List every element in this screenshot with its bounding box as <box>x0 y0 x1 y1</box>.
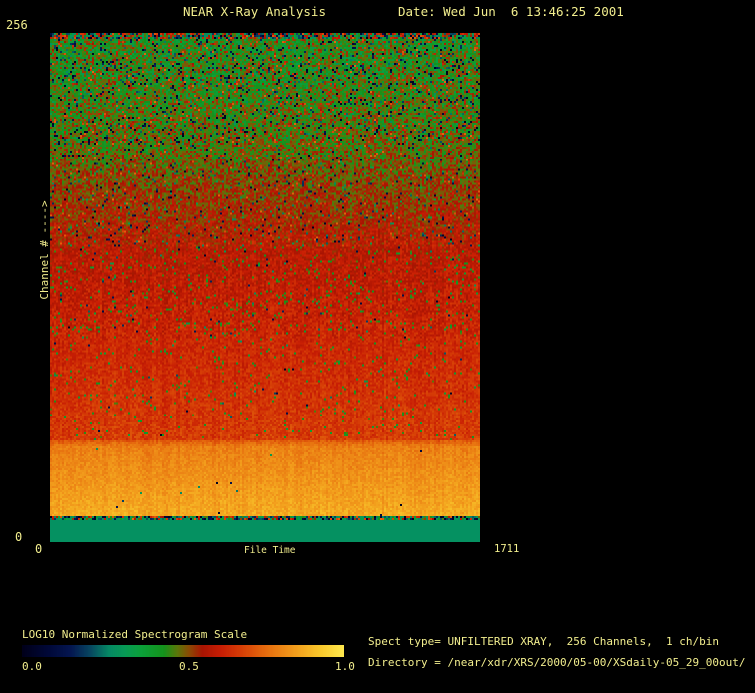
y-axis-min-label: 0 <box>15 530 23 544</box>
y-axis-max-label: 256 <box>6 18 28 32</box>
spect-type-info: Spect type= UNFILTERED XRAY, 256 Channel… <box>368 635 719 648</box>
x-axis-title: File Time <box>244 545 296 556</box>
colorbar-tick-min: 0.0 <box>22 660 42 673</box>
spectrogram-image <box>50 33 480 542</box>
colorbar-gradient <box>22 645 344 657</box>
directory-info: Directory = /near/xdr/XRS/2000/05-00/XSd… <box>368 656 746 669</box>
date-label: Date: Wed Jun 6 13:46:25 2001 <box>398 4 624 19</box>
y-axis-title: Channel # ----> <box>37 200 51 300</box>
x-axis-min-label: 0 <box>35 542 43 556</box>
xray-analysis-window: NEAR X-Ray Analysis Date: Wed Jun 6 13:4… <box>0 0 755 693</box>
colorbar-title: LOG10 Normalized Spectrogram Scale <box>22 628 248 641</box>
colorbar-tick-max: 1.0 <box>335 660 355 673</box>
page-title: NEAR X-Ray Analysis <box>183 4 326 19</box>
colorbar-tick-mid: 0.5 <box>179 660 199 673</box>
x-axis-max-label: 1711 <box>494 543 520 555</box>
